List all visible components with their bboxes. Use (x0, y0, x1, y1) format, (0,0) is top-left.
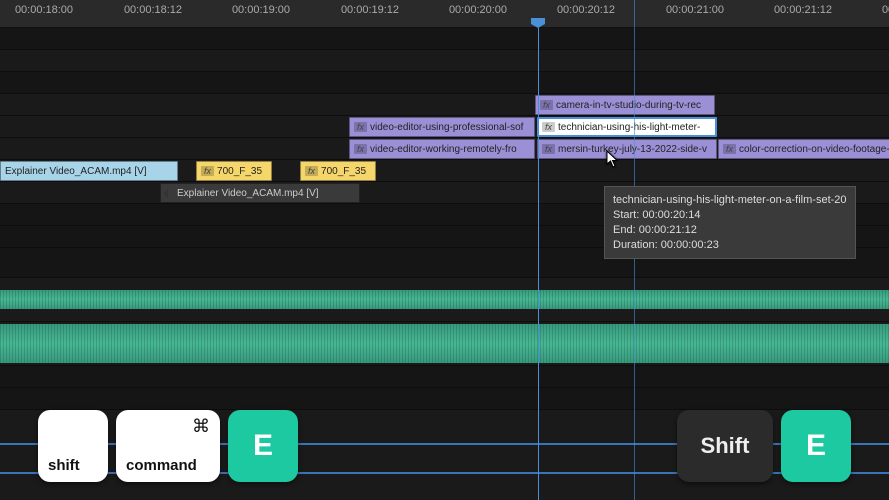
timeline-clip[interactable]: fxtechnician-using-his-light-meter- (537, 117, 717, 137)
fx-badge: fx (723, 144, 736, 154)
playhead-line (538, 28, 539, 500)
tooltip-title: technician-using-his-light-meter-on-a-fi… (613, 193, 847, 208)
tooltip-end-value: 00:00:21:12 (639, 224, 697, 236)
tooltip-duration-value: 00:00:00:23 (661, 239, 719, 251)
key-label: Shift (701, 433, 750, 459)
clip-label: video-editor-working-remotely-fro (370, 144, 517, 155)
track-row[interactable]: Explainer Video_ACAM.mp4 [V]fx700_F_35fx… (0, 160, 889, 182)
timecode-tick: 00:00:21:00 (666, 4, 724, 16)
clip-label: Explainer Video_ACAM.mp4 [V] (5, 166, 147, 177)
track-row[interactable] (0, 72, 889, 94)
key-label: command (126, 457, 197, 474)
timeline-clip[interactable]: fx700_F_35 (196, 161, 272, 181)
clip-label: Explainer Video_ACAM.mp4 [V] (177, 188, 319, 199)
timecode-tick: 00:00:21:12 (774, 4, 832, 16)
clip-tooltip: technician-using-his-light-meter-on-a-fi… (604, 186, 856, 259)
clip-label: mersin-turkey-july-13-2022-side-v (558, 144, 707, 155)
audio-waveform (0, 290, 889, 309)
key-label: shift (48, 457, 80, 474)
track-row[interactable]: fxvideo-editor-working-remotely-frofxmer… (0, 138, 889, 160)
audio-track[interactable] (0, 278, 889, 322)
timeline-clip[interactable]: fx700_F_35 (300, 161, 376, 181)
keyboard-key: E (228, 410, 298, 482)
cursor-pointer-icon (606, 150, 620, 171)
timeline-clip[interactable]: fxcolor-correction-on-video-footage-2 (718, 139, 889, 159)
track-row[interactable] (0, 366, 889, 388)
keyboard-key: E (781, 410, 851, 482)
fx-badge: fx (201, 166, 214, 176)
timecode-tick: 00:00:18:00 (15, 4, 73, 16)
clip-label: technician-using-his-light-meter- (558, 122, 700, 133)
fx-badge: fx (305, 166, 318, 176)
audio-track[interactable] (0, 322, 889, 366)
timeline-clip[interactable]: fxmersin-turkey-july-13-2022-side-v (537, 139, 717, 159)
fx-badge: fx (542, 122, 555, 132)
track-row[interactable] (0, 388, 889, 410)
track-row[interactable] (0, 50, 889, 72)
keyboard-key: Shift (677, 410, 773, 482)
key-label: E (253, 429, 273, 463)
tooltip-start-label: Start: (613, 209, 639, 221)
timecode-tick: 00:00:22:00 (882, 4, 889, 16)
clip-label: video-editor-using-professional-sof (370, 122, 523, 133)
tooltip-end-label: End: (613, 224, 636, 236)
clip-label: color-correction-on-video-footage-2 (739, 144, 889, 155)
timeline-clip[interactable]: fxvideo-editor-working-remotely-fro (349, 139, 535, 159)
timeline-clip[interactable]: Explainer Video_ACAM.mp4 [V] (160, 183, 360, 203)
timecode-tick: 00:00:20:12 (557, 4, 615, 16)
command-icon: ⌘ (192, 416, 210, 437)
timeline-clip[interactable]: fxvideo-editor-using-professional-sof (349, 117, 535, 137)
timecode-tick: 00:00:19:00 (232, 4, 290, 16)
clip-label: 700_F_35 (217, 166, 262, 177)
keyboard-key: command ⌘ (116, 410, 220, 482)
timeline-ruler[interactable]: 00:00:18:00 00:00:18:12 00:00:19:00 00:00:1… (0, 0, 889, 28)
fx-badge: fx (542, 144, 555, 154)
track-row[interactable]: fxvideo-editor-using-professional-soffxt… (0, 116, 889, 138)
track-row[interactable] (0, 28, 889, 50)
nested-sequence-icon (163, 187, 176, 200)
fx-badge: fx (354, 144, 367, 154)
clip-label: 700_F_35 (321, 166, 366, 177)
timeline-clip[interactable]: Explainer Video_ACAM.mp4 [V] (0, 161, 178, 181)
track-row[interactable]: fxcamera-in-tv-studio-during-tv-rec (0, 94, 889, 116)
tooltip-duration-label: Duration: (613, 239, 658, 251)
keyboard-key: shift (38, 410, 108, 482)
clip-label: camera-in-tv-studio-during-tv-rec (556, 100, 701, 111)
fx-badge: fx (354, 122, 367, 132)
timecode-tick: 00:00:19:12 (341, 4, 399, 16)
audio-waveform (0, 324, 889, 363)
key-label: E (806, 429, 826, 463)
timecode-tick: 00:00:18:12 (124, 4, 182, 16)
timecode-tick: 00:00:20:00 (449, 4, 507, 16)
tooltip-start-value: 00:00:20:14 (642, 209, 700, 221)
timeline-clip[interactable]: fxcamera-in-tv-studio-during-tv-rec (535, 95, 715, 115)
shortcut-group-win: Shift E (677, 410, 851, 482)
fx-badge: fx (540, 100, 553, 110)
shortcut-group-mac: shift command ⌘ E (38, 410, 298, 482)
